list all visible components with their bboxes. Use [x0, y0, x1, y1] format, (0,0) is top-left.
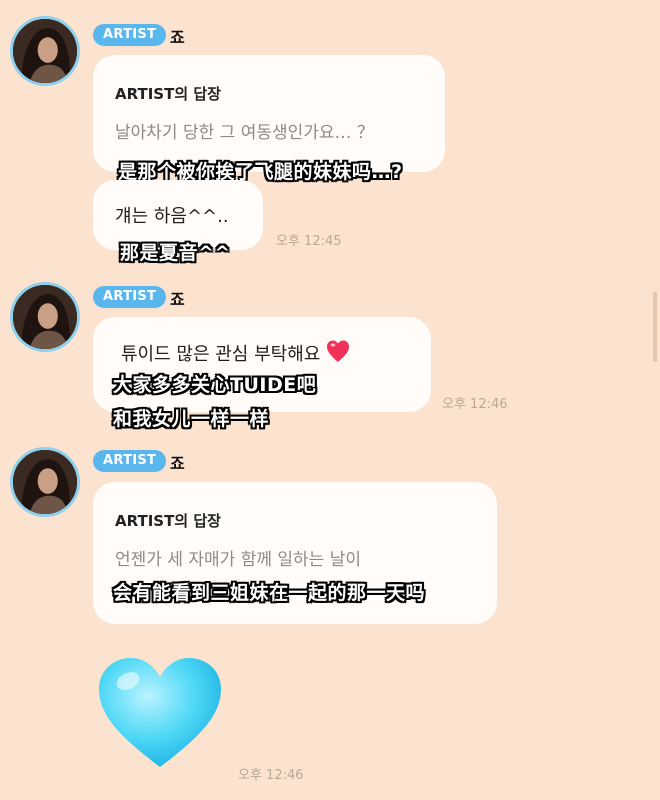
reply-title: ARTIST의 답장 [115, 512, 221, 530]
artist-badge: ARTIST [93, 450, 167, 472]
reply-bubble[interactable]: ARTIST의 답장 날아차기 당한 그 여동생인가요… ？ [93, 55, 445, 172]
scrollbar[interactable] [653, 292, 657, 362]
heart-emoji-icon [327, 340, 350, 362]
translation-caption: 会有能看到三姐妹在一起的那一天吗 [113, 582, 426, 604]
reply-quote: 언젠가 세 자매가 함께 일하는 날이 [115, 550, 361, 570]
light-blue-heart-emoji-icon[interactable] [95, 655, 225, 775]
avatar-photo [13, 450, 77, 514]
timestamp: 오후 12:46 [238, 768, 304, 783]
message-text: 걔는 하음^^.. [115, 206, 229, 227]
translation-caption: 和我女儿一样一样 [113, 408, 270, 430]
timestamp: 오후 12:45 [276, 234, 342, 249]
avatar[interactable] [10, 282, 80, 352]
sender-name: 죠 [170, 290, 185, 309]
avatar-photo [13, 285, 77, 349]
translation-caption: 大家多多关心TUIDE吧 [113, 374, 317, 396]
message-text: 튜이드 많은 관심 부탁해요 [121, 344, 321, 365]
sender-name: 죠 [170, 454, 185, 473]
avatar[interactable] [10, 16, 80, 86]
reply-title: ARTIST의 답장 [115, 85, 221, 103]
avatar-photo [13, 19, 77, 83]
avatar[interactable] [10, 447, 80, 517]
artist-badge: ARTIST [93, 24, 167, 46]
translation-caption: 那是夏音^^ [120, 242, 231, 264]
sender-name: 죠 [170, 28, 185, 47]
message-line: 튜이드 많은 관심 부탁해요 [121, 339, 350, 366]
message-bubble[interactable]: 튜이드 많은 관심 부탁해요 [93, 317, 431, 412]
timestamp: 오후 12:46 [442, 397, 508, 412]
artist-badge: ARTIST [93, 286, 167, 308]
reply-quote: 날아차기 당한 그 여동생인가요… ？ [115, 123, 374, 143]
